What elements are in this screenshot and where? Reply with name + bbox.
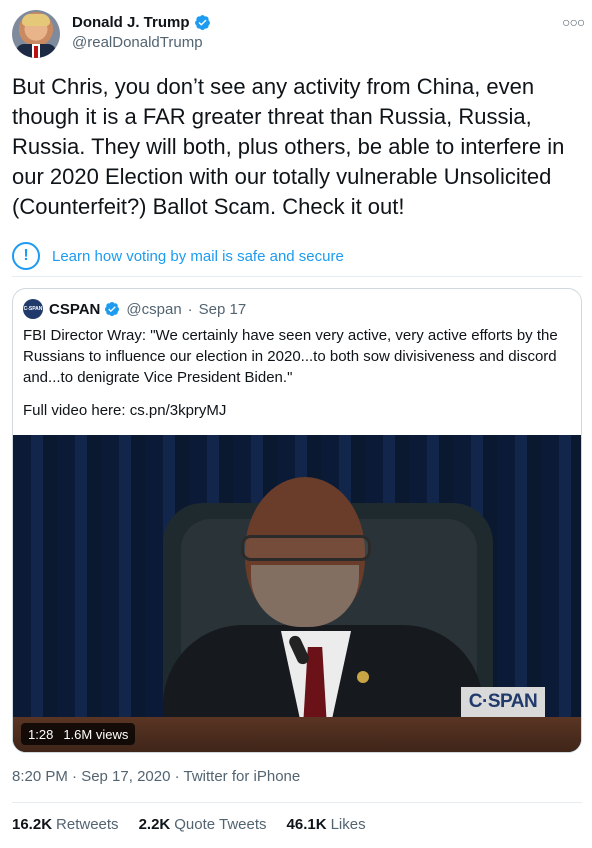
quoted-tweet-text: FBI Director Wray: "We certainly have se… [23, 327, 558, 386]
quoted-author-avatar[interactable]: C-SPAN [23, 299, 43, 319]
author-display-name[interactable]: Donald J. Trump [72, 14, 190, 31]
tweet-header: Donald J. Trump @realDonaldTrump ○○○ [12, 10, 585, 60]
quoted-tweet-header: C-SPAN CSPAN @cspan · Sep 17 [23, 299, 246, 319]
stat-label: Quote Tweets [174, 816, 267, 833]
stat-label: Retweets [56, 816, 119, 833]
verified-badge-icon [194, 14, 210, 30]
tweet-stats: 16.2K Retweets 2.2K Quote Tweets 46.1K Like… [12, 816, 366, 833]
divider [12, 802, 582, 803]
video-info-badge: 1:28 1.6M views [21, 723, 136, 745]
more-horizontal-icon[interactable]: ○○○ [562, 14, 585, 30]
video-player[interactable]: C·SPAN 1:28 1.6M views [13, 435, 581, 752]
quoted-video-link-line: Full video here: cs.pn/3kpryMJ [23, 402, 227, 419]
meta-separator: · [187, 300, 193, 318]
tweet-text: But Chris, you don’t see any activity fr… [12, 74, 565, 219]
divider [12, 276, 582, 277]
voting-notice-link[interactable]: ! Learn how voting by mail is safe and s… [12, 236, 582, 276]
quoted-author-name[interactable]: CSPAN [49, 301, 100, 318]
tweet-timestamp[interactable]: 8:20 PM · Sep 17, 2020 · Twitter for iPh… [12, 768, 300, 785]
stat-number: 2.2K [138, 816, 171, 833]
stat-number: 16.2K [12, 816, 53, 833]
author-name-block: Donald J. Trump @realDonaldTrump [72, 12, 211, 51]
stat-likes[interactable]: 46.1K Likes [287, 816, 366, 833]
quoted-date[interactable]: Sep 17 [199, 301, 247, 318]
author-avatar[interactable] [12, 10, 60, 58]
stat-number: 46.1K [286, 816, 327, 833]
verified-badge-icon [105, 302, 120, 317]
author-display-name-row[interactable]: Donald J. Trump [72, 12, 211, 32]
quoted-tweet[interactable]: C-SPAN CSPAN @cspan · Sep 17 FBI Directo… [12, 288, 582, 753]
video-views: 1.6M views [63, 726, 129, 742]
stat-quote-tweets[interactable]: 2.2K Quote Tweets [139, 816, 267, 833]
author-handle[interactable]: @realDonaldTrump [72, 34, 211, 51]
quoted-author-handle[interactable]: @cspan [126, 301, 181, 318]
notice-text[interactable]: Learn how voting by mail is safe and sec… [52, 248, 344, 265]
stat-retweets[interactable]: 16.2K Retweets [12, 816, 119, 833]
cspan-watermark: C·SPAN [461, 687, 545, 717]
stat-label: Likes [330, 816, 366, 833]
video-duration: 1:28 [28, 726, 54, 742]
exclamation-circle-icon: ! [12, 242, 40, 270]
